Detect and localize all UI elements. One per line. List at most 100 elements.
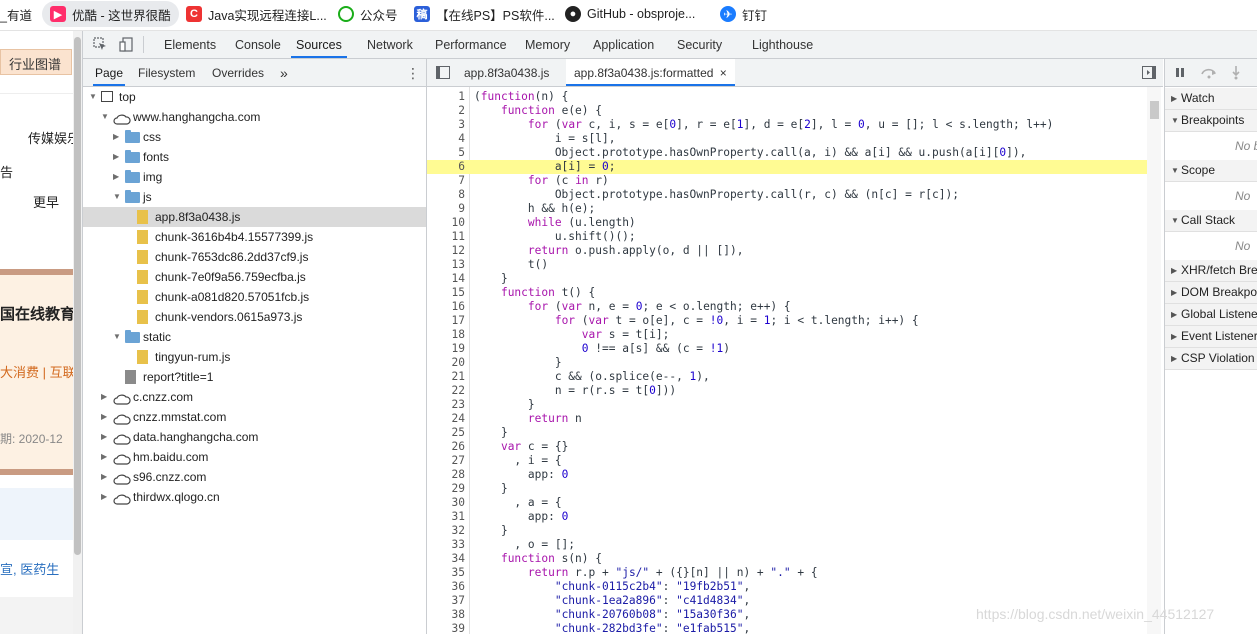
expand-down-icon[interactable]: ▼ [113, 187, 123, 207]
code-line[interactable]: 5 Object.prototype.hasOwnProperty.call(a… [427, 146, 1147, 160]
line-number[interactable]: 39 [427, 622, 465, 634]
debugger-pane-header[interactable]: ▼ Call Stack [1165, 210, 1257, 232]
expand-right-icon[interactable]: ▶ [101, 487, 111, 507]
tab-overrides[interactable]: Overrides [212, 59, 264, 86]
code-line[interactable]: 39 "chunk-282bd3fe": "e1fab515", [427, 622, 1147, 634]
tree-item[interactable]: ▼ www.hanghangcha.com [83, 107, 426, 127]
code-line[interactable]: 13 t() [427, 258, 1147, 272]
page-text[interactable]: 更早 [33, 192, 59, 211]
tree-item[interactable]: ▶ thirdwx.qlogo.cn [83, 487, 426, 507]
debugger-pane-header[interactable]: ▶ DOM Breakpo [1165, 282, 1257, 304]
expand-down-icon[interactable]: ▼ [89, 87, 99, 107]
bookmark-github[interactable]: ● GitHub - obsproje... [565, 0, 695, 28]
line-number[interactable]: 14 [427, 272, 465, 286]
tab-memory[interactable]: Memory [525, 31, 570, 58]
line-number[interactable]: 15 [427, 286, 465, 300]
tree-item[interactable]: chunk-a081d820.57051fcb.js [83, 287, 426, 307]
debugger-pane-header[interactable]: ▼ Breakpoints [1165, 110, 1257, 132]
tab-sources[interactable]: Sources [291, 31, 347, 58]
line-number[interactable]: 32 [427, 524, 465, 538]
code-line[interactable]: 35 return r.p + "js/" + ({}[n] || n) + "… [427, 566, 1147, 580]
line-number[interactable]: 33 [427, 538, 465, 552]
line-number[interactable]: 27 [427, 454, 465, 468]
expand-right-icon[interactable]: ▶ [101, 467, 111, 487]
expand-right-icon[interactable]: ▶ [101, 387, 111, 407]
debugger-pane-header[interactable]: ▶ Watch [1165, 88, 1257, 110]
line-number[interactable]: 17 [427, 314, 465, 328]
line-number[interactable]: 20 [427, 356, 465, 370]
kebab-menu-icon[interactable]: ⋮ [406, 59, 420, 86]
tree-item[interactable]: ▶ cnzz.mmstat.com [83, 407, 426, 427]
code-line[interactable]: 11 u.shift()(); [427, 230, 1147, 244]
code-line[interactable]: 25 } [427, 426, 1147, 440]
code-line[interactable]: 22 n = r(r.s = t[0])) [427, 384, 1147, 398]
expand-right-icon[interactable]: ▶ [113, 127, 123, 147]
code-line[interactable]: 27 , i = { [427, 454, 1147, 468]
editor-tab-source[interactable]: app.8f3a0438.js [456, 59, 557, 86]
line-number[interactable]: 5 [427, 146, 465, 160]
code-line[interactable]: 16 for (var n, e = 0; e < o.length; e++)… [427, 300, 1147, 314]
expand-right-icon[interactable]: ▶ [101, 427, 111, 447]
line-number[interactable]: 37 [427, 594, 465, 608]
expand-down-icon[interactable]: ▼ [101, 107, 111, 127]
line-number[interactable]: 22 [427, 384, 465, 398]
bookmark-dingtalk[interactable]: ✈ 钉钉 [720, 0, 767, 28]
page-scrollbar-thumb[interactable] [74, 37, 81, 555]
line-number[interactable]: 11 [427, 230, 465, 244]
line-number[interactable]: 26 [427, 440, 465, 454]
editor-scrollbar-thumb[interactable] [1150, 101, 1159, 119]
code-line[interactable]: 7 for (c in r) [427, 174, 1147, 188]
line-number[interactable]: 10 [427, 216, 465, 230]
line-number[interactable]: 19 [427, 342, 465, 356]
more-tabs-icon[interactable]: » [280, 59, 288, 86]
expand-right-icon[interactable]: ▶ [113, 147, 123, 167]
line-number[interactable]: 7 [427, 174, 465, 188]
tree-item[interactable]: chunk-3616b4b4.15577399.js [83, 227, 426, 247]
code-line[interactable]: 6 a[i] = 0; [427, 160, 1147, 174]
code-line[interactable]: 9 h && h(e); [427, 202, 1147, 216]
code-line[interactable]: 21 c && (o.splice(e--, 1), [427, 370, 1147, 384]
tree-item[interactable]: chunk-7653dc86.2dd37cf9.js [83, 247, 426, 267]
tree-item[interactable]: ▶ img [83, 167, 426, 187]
line-number[interactable]: 38 [427, 608, 465, 622]
line-number[interactable]: 25 [427, 426, 465, 440]
tab-elements[interactable]: Elements [164, 31, 216, 58]
expand-right-icon[interactable]: ▶ [101, 407, 111, 427]
tree-item[interactable]: ▶ fonts [83, 147, 426, 167]
tree-item[interactable]: ▼ js [83, 187, 426, 207]
line-number[interactable]: 13 [427, 258, 465, 272]
tree-item[interactable]: chunk-vendors.0615a973.js [83, 307, 426, 327]
code-line[interactable]: 33 , o = []; [427, 538, 1147, 552]
tree-item[interactable]: ▶ css [83, 127, 426, 147]
tab-application[interactable]: Application [593, 31, 654, 58]
expand-right-icon[interactable]: ▶ [113, 167, 123, 187]
device-toolbar-icon[interactable] [119, 37, 133, 52]
bookmark-youku[interactable]: ▶ 优酷 - 这世界很酷 [42, 1, 179, 27]
toggle-debugger-icon[interactable] [1142, 66, 1156, 82]
tab-page[interactable]: Page [93, 59, 126, 86]
article-title[interactable]: 国在线教育 [0, 303, 75, 324]
code-line[interactable]: 1 (function(n) { [427, 90, 1147, 104]
code-line[interactable]: 8 Object.prototype.hasOwnProperty.call(r… [427, 188, 1147, 202]
debugger-pane-header[interactable]: ▶ XHR/fetch Brea [1165, 260, 1257, 282]
tab-performance[interactable]: Performance [435, 31, 507, 58]
debugger-pane-header[interactable]: ▶ CSP Violation I [1165, 348, 1257, 370]
line-number[interactable]: 31 [427, 510, 465, 524]
line-number[interactable]: 12 [427, 244, 465, 258]
tree-item[interactable]: app.8f3a0438.js [83, 207, 426, 227]
bookmark-ps[interactable]: 稿【在线PS】PS软件... [414, 0, 555, 28]
code-line[interactable]: 15 function t() { [427, 286, 1147, 300]
line-number[interactable]: 16 [427, 300, 465, 314]
code-line[interactable]: 23 } [427, 398, 1147, 412]
line-number[interactable]: 21 [427, 370, 465, 384]
line-number[interactable]: 28 [427, 468, 465, 482]
line-number[interactable]: 35 [427, 566, 465, 580]
toggle-navigator-icon[interactable] [436, 66, 450, 82]
code-line[interactable]: 4 i = s[l], [427, 132, 1147, 146]
code-line[interactable]: 28 app: 0 [427, 468, 1147, 482]
code-line[interactable]: 34 function s(n) { [427, 552, 1147, 566]
code-line[interactable]: 20 } [427, 356, 1147, 370]
tree-item[interactable]: ▶ s96.cnzz.com [83, 467, 426, 487]
tab-network[interactable]: Network [367, 31, 413, 58]
code-line[interactable]: 14 } [427, 272, 1147, 286]
